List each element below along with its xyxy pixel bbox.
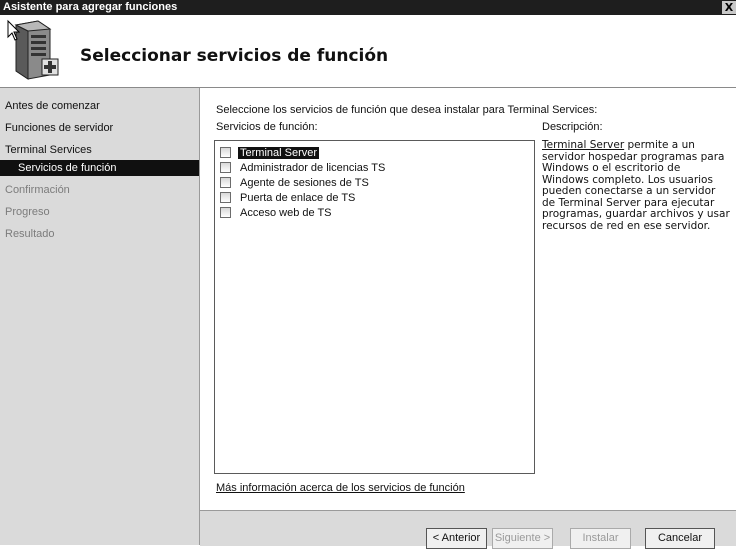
list-item[interactable]: Agente de sesiones de TS [220, 176, 371, 189]
list-item[interactable]: Terminal Server [220, 146, 320, 159]
wizard-content: Seleccione los servicios de función que … [200, 88, 736, 510]
title-bar: Asistente para agregar funciones X [0, 0, 736, 15]
sidebar-item-resultado: Resultado [5, 228, 55, 240]
sidebar-item-antes-de-comenzar[interactable]: Antes de comenzar [5, 100, 100, 112]
install-button[interactable]: Instalar [570, 528, 631, 549]
sidebar-item-servicios-de-funcion-label: Servicios de función [18, 162, 117, 174]
list-item[interactable]: Administrador de licencias TS [220, 161, 387, 174]
wizard-header: Seleccionar servicios de función [0, 15, 736, 88]
list-item-label: Acceso web de TS [240, 206, 332, 219]
description-link[interactable]: Terminal Server [542, 139, 624, 151]
intro-text: Seleccione los servicios de función que … [216, 104, 598, 116]
list-item[interactable]: Puerta de enlace de TS [220, 191, 357, 204]
sidebar-item-funciones-de-servidor[interactable]: Funciones de servidor [5, 122, 113, 134]
back-button[interactable]: < Anterior [426, 528, 487, 549]
close-button[interactable]: X [722, 1, 736, 14]
wizard-sidebar: Antes de comenzar Funciones de servidor … [0, 88, 200, 545]
list-item-label: Terminal Server [238, 146, 320, 159]
list-item-label: Administrador de licencias TS [240, 161, 386, 174]
license-manager-checkbox[interactable] [220, 162, 231, 173]
more-info-link[interactable]: Más información acerca de los servicios … [216, 482, 465, 494]
wizard-footer: < Anterior Siguiente > Instalar Cancelar [200, 510, 736, 549]
window-title: Asistente para agregar funciones [3, 1, 178, 13]
terminal-server-checkbox[interactable] [220, 147, 231, 158]
cancel-button[interactable]: Cancelar [645, 528, 715, 549]
services-listbox[interactable]: Terminal Server Administrador de licenci… [214, 140, 535, 474]
description-body: permite a un servidor hospedar programas… [542, 139, 730, 232]
sidebar-item-confirmacion: Confirmación [5, 184, 70, 196]
list-item[interactable]: Acceso web de TS [220, 206, 334, 219]
list-item-label: Puerta de enlace de TS [240, 191, 356, 204]
services-label: Servicios de función: [216, 121, 318, 133]
list-item-label: Agente de sesiones de TS [240, 176, 369, 189]
description-text: Terminal Server permite a un servidor ho… [542, 139, 730, 232]
web-access-checkbox[interactable] [220, 207, 231, 218]
next-button[interactable]: Siguiente > [492, 528, 553, 549]
session-broker-checkbox[interactable] [220, 177, 231, 188]
gateway-checkbox[interactable] [220, 192, 231, 203]
sidebar-item-progreso: Progreso [5, 206, 50, 218]
sidebar-item-terminal-services[interactable]: Terminal Services [5, 144, 92, 156]
description-label: Descripción: [542, 121, 603, 133]
page-title: Seleccionar servicios de función [80, 46, 389, 66]
server-wizard-icon [7, 19, 59, 80]
